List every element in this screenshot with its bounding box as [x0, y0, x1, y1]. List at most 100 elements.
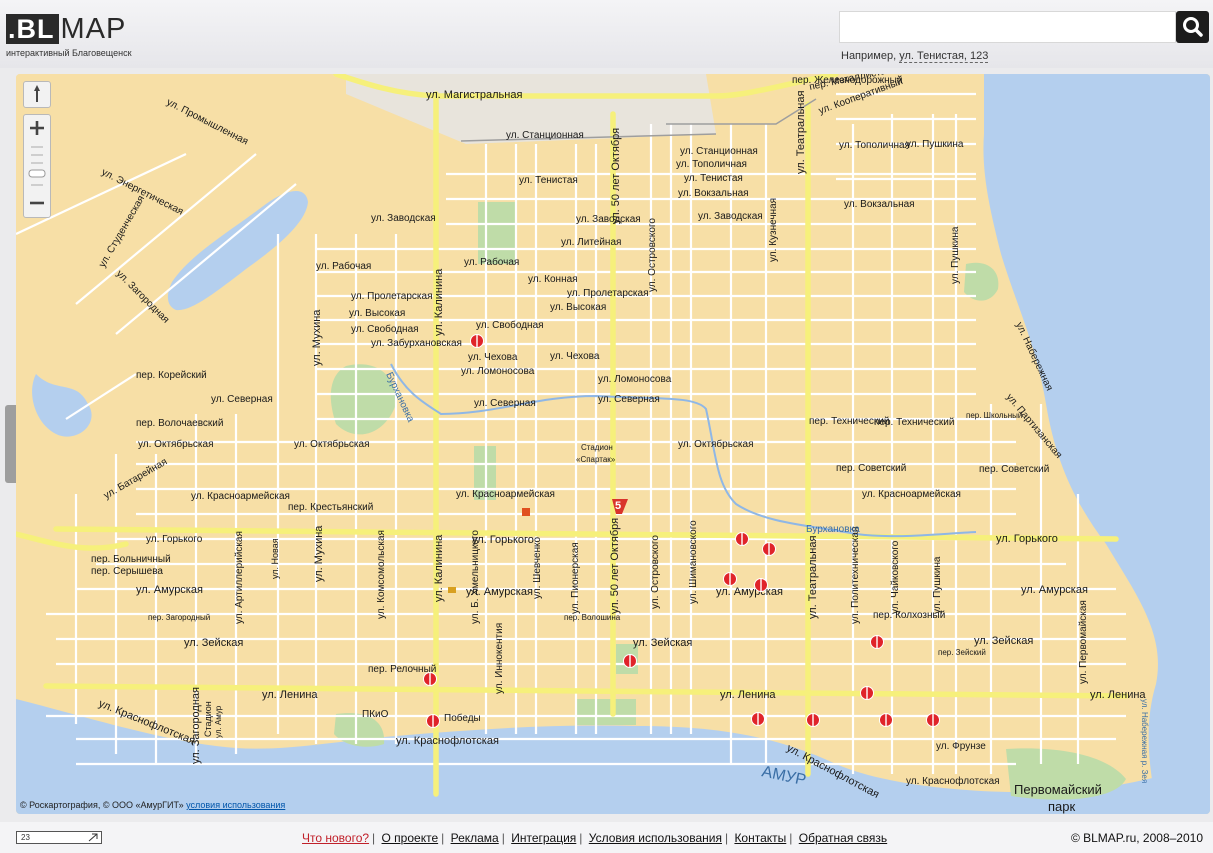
- street-label: ул. Тенистая: [519, 175, 578, 186]
- street-label: ул. Конная: [528, 274, 578, 285]
- street-label: ул. Краснофлотская: [906, 775, 1000, 787]
- footer-link-feedback[interactable]: Обратная связь: [799, 831, 887, 845]
- street-label: пер. Технический: [874, 417, 954, 428]
- scale-bar: 23: [16, 831, 102, 844]
- street-label: ул. Пролетарская: [351, 291, 433, 302]
- street-label: ул. Артиллерийская: [234, 531, 245, 624]
- street-label: ул. Ломоносова: [598, 374, 672, 385]
- street-label: ул. Заводская: [698, 211, 763, 222]
- street-label: ул. Красноармейская: [862, 489, 961, 500]
- poi-marker: [623, 654, 637, 668]
- place-label: парк: [1048, 799, 1075, 814]
- street-label: пер. Зейский: [938, 648, 986, 657]
- search-button[interactable]: [1176, 11, 1209, 43]
- footer-link-ads[interactable]: Реклама: [451, 831, 499, 845]
- map-canvas[interactable]: ул. Магистральная ул. Промышленная ул. Э…: [16, 74, 1210, 814]
- street-label: ул. Театральная: [807, 536, 819, 619]
- site-tagline: интерактивный Благовещенск: [6, 48, 132, 58]
- compass-icon: [34, 85, 40, 102]
- side-panel-toggle[interactable]: [5, 405, 16, 483]
- street-label: пер. Советский: [836, 463, 906, 474]
- street-label: ул. Литейная: [561, 237, 621, 248]
- place-label: Победы: [444, 712, 481, 724]
- poi-marker: [806, 713, 820, 727]
- street-label: ул. Кузнечная: [768, 198, 779, 262]
- street-label: пер. Советский: [979, 464, 1049, 475]
- map-viewport[interactable]: ул. Магистральная ул. Промышленная ул. Э…: [16, 74, 1210, 814]
- street-label: ул. Высокая: [550, 302, 606, 313]
- zoom-in-button[interactable]: [30, 121, 44, 135]
- copyright-text: © Роскартография, © ООО «АмурГИТ»: [20, 800, 184, 810]
- street-label: ул. Комсомольская: [376, 530, 387, 619]
- site-logo[interactable]: .BL MAP: [6, 14, 126, 44]
- street-label: ул. Ленина: [1090, 689, 1146, 701]
- street-label: ул. Зейская: [184, 637, 243, 649]
- street-label: ул. Зейская: [974, 635, 1033, 647]
- street-label: ул. Загородная: [190, 687, 202, 764]
- burkhanovka-label: Бурхановка: [806, 524, 860, 535]
- footer-link-integration[interactable]: Интеграция: [511, 831, 576, 845]
- street-label: ул. Амурская: [716, 586, 783, 598]
- street-label: пер. Школьный: [966, 411, 1022, 420]
- footer-link-contacts[interactable]: Контакты: [734, 831, 786, 845]
- street-label: ул. Шевченко: [532, 536, 543, 599]
- search-input[interactable]: [839, 11, 1176, 43]
- terms-link[interactable]: условия использования: [186, 800, 285, 810]
- street-label: ул. Мухина: [313, 525, 325, 582]
- park: [478, 202, 516, 264]
- street-label: пер. Волочаевский: [136, 418, 223, 429]
- zoom-control[interactable]: [23, 114, 51, 218]
- street-label: ул. Набережная р. Зея: [1140, 699, 1149, 783]
- street-label: ул. Северная: [474, 398, 536, 409]
- street-label: ул. Чехова: [468, 352, 518, 363]
- poi-marker: [423, 672, 437, 686]
- street-label: ул. Октябрьская: [678, 438, 754, 450]
- street-label: ул. Шимановского: [688, 520, 699, 604]
- magnifier-icon: [1183, 17, 1203, 37]
- street-label: пер. Колхозный: [873, 610, 945, 621]
- park: [576, 699, 636, 725]
- street-label: ул. Пушкина: [906, 139, 964, 150]
- zoom-slider-icon[interactable]: [28, 146, 46, 186]
- street-label: ул. Пионерская: [570, 542, 581, 614]
- street-label: ул. Рабочая: [464, 256, 519, 268]
- place-label: «Спартак»: [576, 455, 616, 464]
- poi-marker: [470, 334, 484, 348]
- street-label: ул. Фрунзе: [936, 741, 986, 752]
- street-label: ул. Горького: [146, 534, 203, 545]
- street-label: ул. Красноармейская: [191, 491, 290, 502]
- street-label: пер. Серышева: [91, 566, 163, 577]
- footer-link-news[interactable]: Что нового?: [302, 831, 369, 845]
- street-label: ул. Октябрьская: [294, 438, 370, 450]
- street-label: ул. Тенистая: [684, 173, 743, 184]
- street-label: ул. Калинина: [433, 268, 445, 336]
- compass-button[interactable]: [23, 81, 51, 108]
- example-link[interactable]: ул. Тенистая, 123: [899, 50, 989, 63]
- poi-marker: [735, 532, 749, 546]
- street-label: ул. Станционная: [680, 146, 758, 157]
- street-label: ул. Пролетарская: [567, 288, 649, 299]
- place-label: Стадион: [203, 701, 213, 737]
- footer-links: Что нового? | О проекте | Реклама | Интегра…: [302, 831, 888, 845]
- street-label: ул. Мухина: [311, 309, 323, 366]
- footer-link-terms[interactable]: Условия использования: [589, 831, 722, 845]
- poi-marker: [426, 714, 440, 728]
- street-label: ул. Чайковского: [890, 540, 901, 614]
- street-label: ул. Иннокентия: [494, 623, 505, 694]
- street-label: ул. 50 лет Октября: [609, 518, 621, 614]
- street-label: ул. 50 лет Октября: [610, 128, 622, 224]
- poi-marker: [762, 542, 776, 556]
- street-label: ул. Рабочая: [316, 260, 371, 272]
- street-label: ул. Высокая: [349, 308, 405, 319]
- street-label: ул. Станционная: [506, 130, 584, 141]
- street-label: ул. Первомайская: [1078, 600, 1089, 684]
- street-label: ул. Пушкина: [932, 556, 943, 614]
- example-prefix: Например,: [841, 50, 897, 62]
- footer-link-about[interactable]: О проекте: [382, 831, 439, 845]
- street-label: ул. Магистральная: [426, 89, 522, 101]
- street-label: пер. Крестьянский: [288, 502, 373, 513]
- street-label: ул. Красноармейская: [456, 489, 555, 500]
- street-label: ул. Вокзальная: [844, 199, 915, 210]
- street-label: ул. Забурхановская: [371, 337, 462, 349]
- scale-arrow-icon: [88, 833, 98, 842]
